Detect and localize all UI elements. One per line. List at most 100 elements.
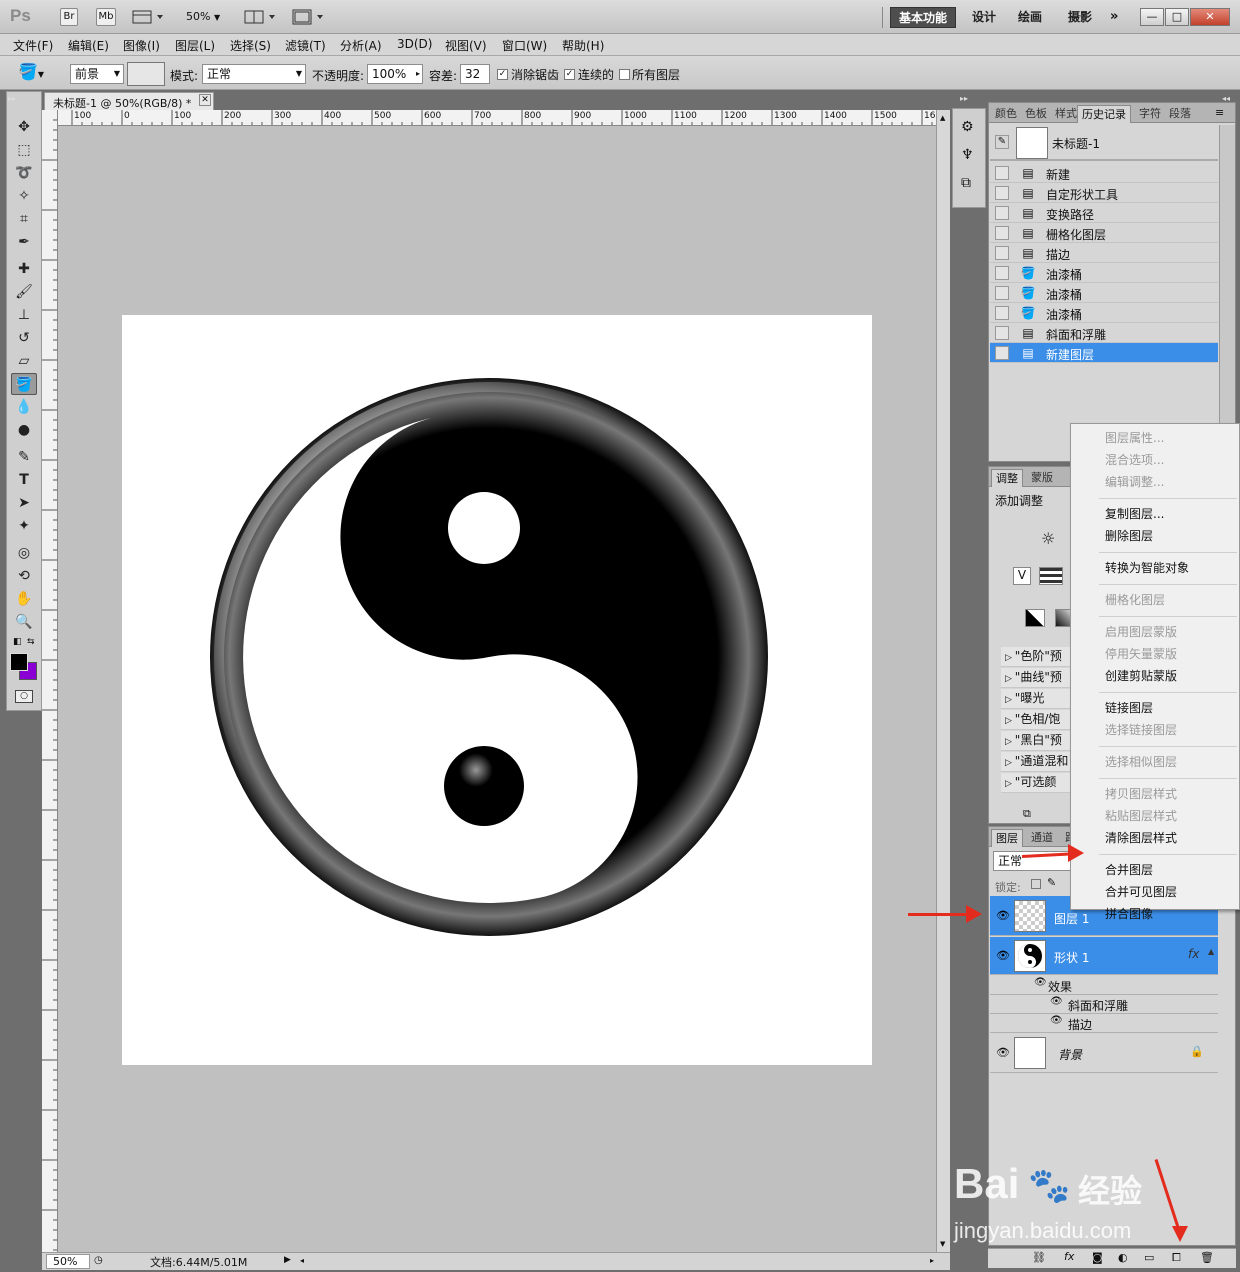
collapse-toolbox-icon[interactable]: ▸▸ xyxy=(8,94,16,103)
close-document-icon[interactable]: ✕ xyxy=(199,94,211,106)
swap-colors-icon[interactable]: ⇆ xyxy=(27,637,35,647)
history-source-checkbox[interactable] xyxy=(995,326,1009,340)
brightness-contrast-icon[interactable]: ☼ xyxy=(1041,529,1055,548)
tab-masks[interactable]: 蒙版 xyxy=(1027,469,1057,487)
history-item[interactable]: 🪣 油漆桶 xyxy=(990,283,1218,303)
scroll-right-icon[interactable]: ▸ xyxy=(930,1256,934,1265)
color-balance-icon[interactable] xyxy=(1039,567,1063,585)
history-source-checkbox[interactable] xyxy=(995,246,1009,260)
crop-tool-icon[interactable]: ⌗ xyxy=(11,208,37,230)
pattern-picker[interactable] xyxy=(127,62,165,86)
default-colors-icon[interactable]: ◧ xyxy=(13,637,22,647)
layer-row-shape1[interactable]: 👁 形状 1 fx ▲ xyxy=(990,937,1218,975)
all-layers-checkbox[interactable] xyxy=(619,69,630,80)
history-item[interactable]: ▤ 新建图层 xyxy=(990,343,1218,363)
status-info-icon[interactable]: ◷ xyxy=(94,1255,103,1266)
adjustment-preset-row[interactable]: ▷ "曝光度"预设 xyxy=(1001,689,1071,709)
tab-layers[interactable]: 图层 xyxy=(991,829,1023,847)
menu-filter[interactable]: 滤镜(T) xyxy=(285,37,326,54)
tab-color[interactable]: 颜色 xyxy=(991,105,1021,123)
history-source-checkbox[interactable] xyxy=(995,286,1009,300)
menu-edit[interactable]: 编辑(E) xyxy=(68,37,109,54)
history-item[interactable]: ▤ 自定形状工具 xyxy=(990,183,1218,203)
menu-help[interactable]: 帮助(H) xyxy=(562,37,604,54)
menu-window[interactable]: 窗口(W) xyxy=(502,37,547,54)
tab-swatches[interactable]: 色板 xyxy=(1021,105,1051,123)
history-source-checkbox[interactable] xyxy=(995,186,1009,200)
history-brush-source-icon[interactable]: ✎ xyxy=(995,135,1009,149)
history-snapshot[interactable]: ✎ 未标题-1 xyxy=(990,125,1218,161)
visibility-eye-icon[interactable]: 👁 xyxy=(1050,1015,1063,1026)
status-zoom-input[interactable]: 50% xyxy=(46,1254,90,1269)
brush-presets-icon[interactable]: ♆ xyxy=(961,147,974,163)
brush-tool-icon[interactable]: 🖌 xyxy=(11,281,37,303)
3d-rotate-tool-icon[interactable]: ◎ xyxy=(11,542,37,564)
history-item[interactable]: ▤ 变换路径 xyxy=(990,203,1218,223)
return-to-list-icon[interactable]: ⧉ xyxy=(1023,807,1031,821)
history-item[interactable]: 🪣 油漆桶 xyxy=(990,303,1218,323)
scroll-up-icon[interactable]: ▲ xyxy=(940,114,945,122)
more-workspaces-icon[interactable]: » xyxy=(1110,9,1118,24)
zoom-tool-icon[interactable]: 🔍 xyxy=(11,611,37,633)
history-item[interactable]: ▤ 新建 xyxy=(990,163,1218,183)
workspace-photography[interactable]: 摄影 xyxy=(1060,7,1100,28)
view-extras-dropdown[interactable] xyxy=(132,9,166,25)
menu-select[interactable]: 选择(S) xyxy=(230,37,271,54)
visibility-eye-icon[interactable]: 👁 xyxy=(1050,996,1063,1007)
visibility-eye-icon[interactable]: 👁 xyxy=(996,1047,1010,1059)
document-tab[interactable]: 未标题-1 @ 50%(RGB/8) * ✕ xyxy=(44,92,214,110)
document-canvas[interactable] xyxy=(122,315,872,1065)
collapse-dock-icon[interactable]: ▸▸ xyxy=(960,94,968,103)
workspace-essentials[interactable]: 基本功能 xyxy=(890,7,957,28)
adjustment-preset-row[interactable]: ▷ "色相/饱和度"预设 xyxy=(1001,710,1071,730)
visibility-eye-icon[interactable]: 👁 xyxy=(996,910,1010,922)
contiguous-checkbox[interactable]: ✓ xyxy=(564,69,575,80)
antialias-checkbox[interactable]: ✓ xyxy=(497,69,508,80)
opacity-input[interactable]: 100% ▸ xyxy=(367,64,423,84)
vibrance-icon[interactable]: V xyxy=(1013,567,1031,585)
history-source-checkbox[interactable] xyxy=(995,266,1009,280)
scroll-down-icon[interactable]: ▼ xyxy=(940,1240,945,1248)
workspace-design[interactable]: 设计 xyxy=(964,7,1004,28)
layer-row-background[interactable]: 👁 背景 🔒 xyxy=(990,1033,1218,1073)
context-menu-item[interactable]: 拼合图像 xyxy=(1105,904,1153,924)
history-source-checkbox[interactable] xyxy=(995,166,1009,180)
history-item[interactable]: ▤ 栅格化图层 xyxy=(990,223,1218,243)
context-menu-item[interactable]: 清除图层样式 xyxy=(1105,828,1177,848)
tab-character[interactable]: 字符 xyxy=(1135,105,1165,123)
adjustment-preset-row[interactable]: ▷ "色阶"预设 xyxy=(1001,647,1071,667)
pen-tool-icon[interactable]: ✎ xyxy=(11,446,37,468)
layer-effects-fx-icon[interactable]: fx xyxy=(1188,947,1199,961)
new-group-icon[interactable]: ▭ xyxy=(1144,1251,1154,1264)
history-brush-tool-icon[interactable]: ↺ xyxy=(11,327,37,349)
context-menu-item[interactable]: 复制图层... xyxy=(1105,504,1164,524)
magic-wand-tool-icon[interactable]: ✧ xyxy=(11,185,37,207)
foreground-color-swatch[interactable] xyxy=(10,653,28,671)
new-layer-icon[interactable]: ⧠ xyxy=(1172,1251,1181,1265)
context-menu-item[interactable]: 合并图层 xyxy=(1105,860,1153,880)
dodge-tool-icon[interactable]: ● xyxy=(11,419,37,441)
eyedropper-tool-icon[interactable]: ✒ xyxy=(11,231,37,253)
path-selection-tool-icon[interactable]: ➤ xyxy=(11,492,37,514)
maximize-button[interactable]: □ xyxy=(1165,8,1189,26)
blend-mode-select[interactable]: 正常 ▼ xyxy=(202,64,306,84)
lasso-tool-icon[interactable]: ➰ xyxy=(11,162,37,184)
menu-file[interactable]: 文件(F) xyxy=(13,37,53,54)
history-source-checkbox[interactable] xyxy=(995,226,1009,240)
adjustment-preset-row[interactable]: ▷ "黑白"预设 xyxy=(1001,731,1071,751)
history-source-checkbox[interactable] xyxy=(995,206,1009,220)
type-tool-icon[interactable]: T xyxy=(11,469,37,491)
tool-preset-picker[interactable]: 🪣▼ xyxy=(18,62,58,84)
visibility-eye-icon[interactable]: 👁 xyxy=(996,950,1010,962)
minimize-button[interactable]: — xyxy=(1140,8,1164,26)
custom-shape-tool-icon[interactable]: ✦ xyxy=(11,515,37,537)
link-layers-icon[interactable]: ⛓ xyxy=(1032,1251,1046,1264)
vertical-scrollbar[interactable]: ▲ ▼ xyxy=(936,110,950,1252)
delete-layer-icon[interactable]: 🗑 xyxy=(1200,1251,1214,1264)
paint-bucket-tool-icon[interactable]: 🪣 xyxy=(11,373,37,395)
clone-source-icon[interactable]: ⧉ xyxy=(961,175,971,191)
tab-paragraph[interactable]: 段落 xyxy=(1165,105,1195,123)
history-item[interactable]: 🪣 油漆桶 xyxy=(990,263,1218,283)
effect-row-bevel[interactable]: 👁 斜面和浮雕 xyxy=(990,995,1218,1014)
tab-channels[interactable]: 通道 xyxy=(1027,829,1057,847)
